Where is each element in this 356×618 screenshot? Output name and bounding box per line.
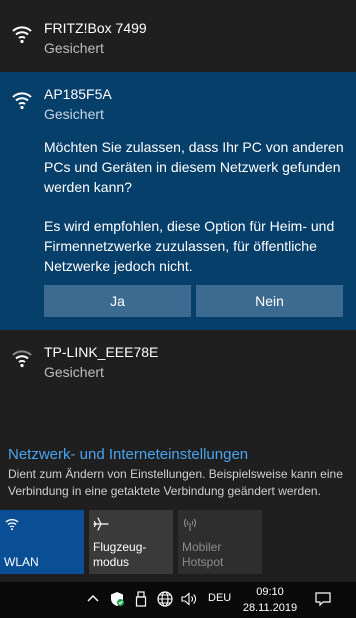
quick-action-wlan[interactable]: WLAN [0, 510, 84, 574]
wifi-icon [12, 26, 32, 44]
network-item-tplink[interactable]: TP-LINK_EEE78E Gesichert [0, 330, 356, 390]
network-globe-icon[interactable] [156, 590, 174, 608]
wifi-icon [5, 519, 19, 531]
network-item-ap185f5a[interactable]: AP185F5A Gesichert Möchten Sie zulassen,… [0, 72, 356, 330]
notification-icon[interactable] [314, 590, 332, 608]
discovery-question: Möchten Sie zulassen, dass Ihr PC von an… [44, 139, 344, 195]
quick-action-label: Mobiler Hotspot [182, 540, 224, 569]
input-language-indicator[interactable]: DEU [208, 592, 231, 604]
quick-action-label: WLAN [4, 555, 39, 569]
network-ssid: TP-LINK_EEE78E [44, 344, 159, 360]
defender-icon[interactable] [108, 590, 126, 608]
wifi-icon [12, 92, 32, 110]
network-flyout: FRITZ!Box 7499 Gesichert AP185F5A Gesich… [0, 0, 356, 582]
quick-action-mobile-hotspot[interactable]: Mobiler Hotspot [178, 510, 262, 574]
clock-time: 09:10 [256, 586, 284, 598]
network-item-fritzbox[interactable]: FRITZ!Box 7499 Gesichert [0, 0, 356, 72]
discovery-recommendation: Es wird empfohlen, diese Option für Heim… [44, 218, 335, 274]
network-settings-link[interactable]: Netzwerk- und Interneteinstellungen [8, 446, 248, 463]
usb-icon[interactable] [132, 590, 150, 608]
network-status: Gesichert [44, 40, 104, 56]
quick-action-airplane-mode[interactable]: Flugzeug- modus [89, 510, 173, 574]
network-status: Gesichert [44, 364, 104, 380]
chevron-up-icon[interactable] [84, 590, 102, 608]
network-ssid: AP185F5A [44, 86, 112, 102]
network-status: Gesichert [44, 106, 104, 122]
wifi-icon [12, 350, 32, 368]
clock-date: 28.11.2019 [242, 602, 298, 614]
yes-button[interactable]: Ja [44, 285, 191, 317]
no-button[interactable]: Nein [196, 285, 343, 317]
network-settings-description: Dient zum Ändern von Einstellungen. Beis… [8, 467, 343, 498]
taskbar-clock[interactable]: 09:10 28.11.2019 [240, 584, 300, 616]
taskbar: DEU 09:10 28.11.2019 [0, 582, 356, 618]
quick-action-label: Flugzeug- modus [93, 540, 147, 569]
network-ssid: FRITZ!Box 7499 [44, 20, 147, 36]
airplane-icon [93, 517, 109, 531]
volume-icon[interactable] [180, 590, 198, 608]
hotspot-icon [183, 518, 197, 531]
